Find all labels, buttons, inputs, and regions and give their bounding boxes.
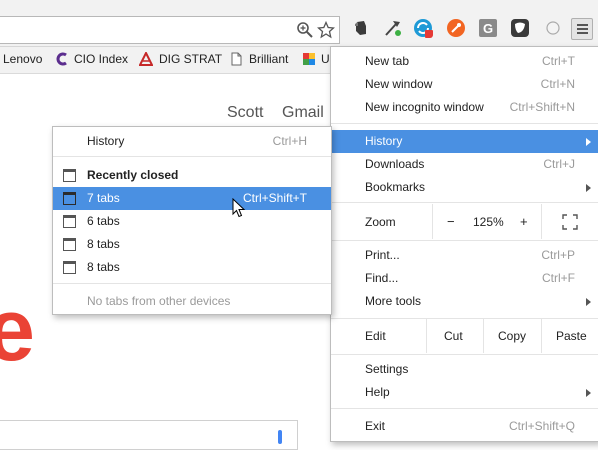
- zoom-out-button[interactable]: −: [447, 214, 455, 229]
- menu-separator: [331, 123, 598, 124]
- circle-extension-icon[interactable]: [543, 18, 563, 38]
- mouse-cursor-icon: [232, 198, 246, 218]
- zoom-level: 125%: [473, 215, 504, 229]
- gmail-link[interactable]: Gmail: [282, 104, 324, 122]
- menu-help[interactable]: Help: [331, 381, 598, 404]
- menu-zoom-row: Zoom − 125% +: [331, 204, 598, 239]
- menu-new-tab[interactable]: New tab Ctrl+T: [331, 50, 598, 73]
- window-icon: [63, 215, 76, 228]
- orange-extension-icon[interactable]: [446, 18, 466, 38]
- zoom-icon[interactable]: [296, 21, 314, 39]
- menu-downloads[interactable]: Downloads Ctrl+J: [331, 153, 598, 176]
- cut-button[interactable]: Cut: [444, 329, 463, 343]
- recently-closed-item[interactable]: 6 tabs: [53, 210, 331, 233]
- recently-closed-item[interactable]: 8 tabs: [53, 256, 331, 279]
- menu-separator: [331, 354, 598, 355]
- multicolor-logo-icon: [303, 53, 315, 65]
- bookmark-lenovo[interactable]: Lenovo: [3, 52, 42, 66]
- submenu-arrow-icon: [586, 298, 591, 306]
- menu-settings[interactable]: Settings: [331, 358, 598, 381]
- hamburger-icon: [577, 24, 588, 26]
- cio-logo-icon: [56, 52, 67, 66]
- paste-button[interactable]: Paste: [556, 329, 587, 343]
- menu-separator: [331, 408, 598, 409]
- menu-find[interactable]: Find... Ctrl+F: [331, 267, 598, 290]
- zoom-in-button[interactable]: +: [520, 214, 528, 229]
- copy-button[interactable]: Copy: [498, 329, 526, 343]
- menu-bookmarks[interactable]: Bookmarks: [331, 176, 598, 199]
- bookmark-brilliant[interactable]: Brilliant: [249, 52, 288, 66]
- submenu-arrow-icon: [586, 389, 591, 397]
- submenu-history[interactable]: History Ctrl+H: [53, 130, 331, 153]
- bookmark-dig-strat[interactable]: DIG STRAT: [159, 52, 222, 66]
- window-icon: [63, 261, 76, 274]
- dark-extension-icon[interactable]: [510, 18, 530, 38]
- fullscreen-icon[interactable]: [562, 214, 578, 230]
- evernote-extension-icon[interactable]: [351, 18, 371, 38]
- recently-closed-header: Recently closed: [53, 164, 331, 187]
- window-icon: [63, 192, 76, 205]
- recently-closed-item[interactable]: 8 tabs: [53, 233, 331, 256]
- bookmark-u[interactable]: U: [321, 52, 330, 66]
- submenu-arrow-icon: [586, 138, 591, 146]
- window-icon: [63, 238, 76, 251]
- chrome-menu-button[interactable]: [571, 18, 593, 40]
- page-icon: [231, 52, 242, 66]
- submenu-arrow-icon: [586, 184, 591, 192]
- menu-separator: [53, 156, 331, 157]
- browser-toolbar: G: [0, 0, 598, 47]
- menu-history[interactable]: History: [331, 130, 598, 153]
- red-logo-icon: [139, 52, 153, 66]
- address-bar[interactable]: [0, 16, 340, 44]
- g-extension-icon[interactable]: G: [478, 18, 498, 38]
- google-logo-fragment: e: [0, 280, 35, 379]
- menu-separator: [331, 240, 598, 241]
- search-input[interactable]: [0, 420, 298, 450]
- bookmark-cio-index[interactable]: CIO Index: [74, 52, 128, 66]
- menu-exit[interactable]: Exit Ctrl+Shift+Q: [331, 415, 598, 438]
- user-name-link[interactable]: Scott: [227, 104, 263, 122]
- no-other-devices-text: No tabs from other devices: [87, 294, 231, 308]
- chrome-main-menu: New tab Ctrl+T New window Ctrl+N New inc…: [330, 46, 598, 442]
- menu-separator: [331, 318, 598, 319]
- menu-separator: [53, 283, 331, 284]
- menu-new-window[interactable]: New window Ctrl+N: [331, 73, 598, 96]
- menu-edit-row: Edit Cut Copy Paste: [331, 318, 598, 353]
- history-submenu: History Ctrl+H Recently closed 7 tabs Ct…: [52, 126, 332, 315]
- menu-more-tools[interactable]: More tools: [331, 290, 598, 313]
- menu-separator: [331, 202, 598, 203]
- svg-text:G: G: [483, 21, 493, 36]
- recently-closed-item[interactable]: 7 tabs Ctrl+Shift+T: [53, 187, 331, 210]
- bookmark-star-icon[interactable]: [317, 21, 335, 39]
- menu-new-incognito-window[interactable]: New incognito window Ctrl+Shift+N: [331, 96, 598, 119]
- menu-print[interactable]: Print... Ctrl+P: [331, 244, 598, 267]
- window-icon: [63, 169, 76, 182]
- tool-extension-icon[interactable]: [383, 18, 403, 38]
- sync-extension-icon[interactable]: [413, 18, 433, 38]
